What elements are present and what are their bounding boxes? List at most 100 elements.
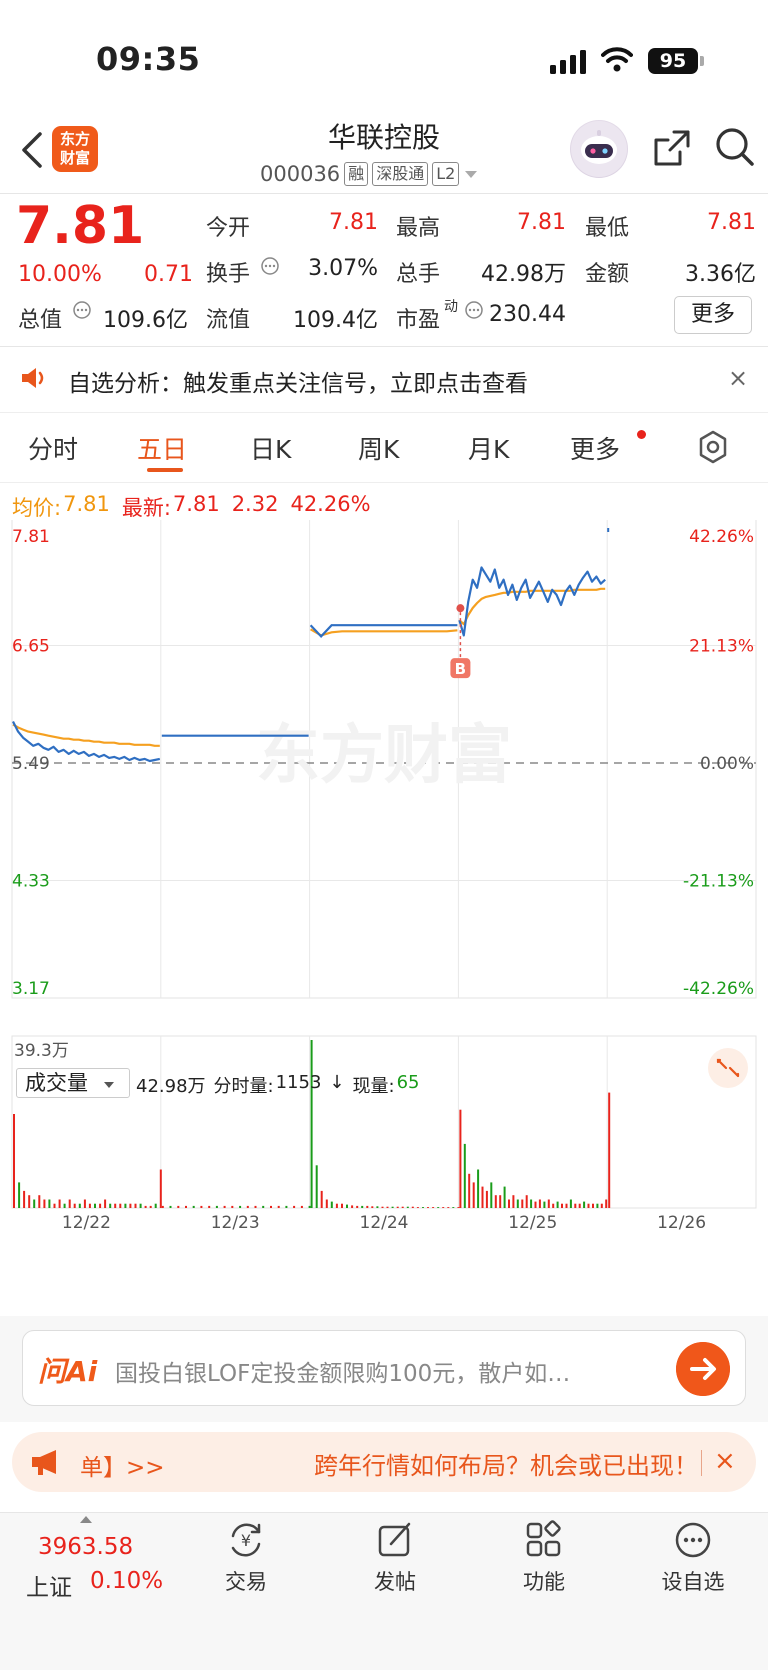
high-label: 最高 <box>396 216 441 241</box>
volume-bar <box>534 1201 537 1208</box>
index-change-pct[interactable]: 0.10% <box>90 1568 163 1594</box>
wifi-icon <box>601 47 633 72</box>
x-axis-date-label: 12/25 <box>508 1213 557 1233</box>
nav-post[interactable]: 发帖 <box>345 1520 445 1596</box>
float-cap-value: 109.4亿 <box>293 308 378 333</box>
volume-bar <box>468 1173 471 1208</box>
index-up-caret-icon <box>80 1516 92 1523</box>
volume-bar <box>293 1205 296 1208</box>
current-price: 7.81 <box>16 196 145 256</box>
current-volume-value: 65 <box>396 1072 420 1093</box>
robot-assistant-avatar[interactable] <box>570 120 628 178</box>
nav-add-watchlist[interactable]: 设自选 <box>643 1520 743 1596</box>
tag-level2: L2 <box>432 162 460 186</box>
tab-daily-k[interactable]: 日K <box>250 430 291 466</box>
float-cap-label: 流值 <box>206 308 251 333</box>
volume-bar <box>376 1206 379 1208</box>
volume-bar <box>53 1203 56 1208</box>
search-icon[interactable] <box>714 126 756 168</box>
volume-select-label: 成交量 <box>25 1071 88 1095</box>
y-axis-left-label: 4.33 <box>12 872 50 892</box>
grid-functions-icon <box>526 1520 561 1557</box>
active-tab-underline <box>147 468 183 472</box>
volume-bar <box>330 1201 333 1208</box>
volume-bar <box>23 1190 26 1208</box>
low-value: 7.81 <box>707 210 756 235</box>
banner-divider <box>0 412 768 413</box>
volume-bar <box>315 1165 318 1208</box>
volume-bar <box>547 1199 550 1208</box>
volume-bar <box>341 1203 343 1208</box>
volume-bar <box>351 1205 354 1208</box>
tab-monthly-k[interactable]: 月K <box>468 430 509 466</box>
volume-bar <box>215 1205 218 1208</box>
turnover-info-icon[interactable] <box>260 256 280 276</box>
volume-bar <box>254 1205 257 1208</box>
market-cap-info-icon[interactable] <box>72 300 92 320</box>
volume-bar <box>361 1205 364 1208</box>
volume-bar <box>416 1207 419 1208</box>
notification-dot <box>637 430 646 439</box>
current-volume-label: 现量: <box>352 1076 395 1097</box>
volume-bar <box>200 1205 203 1208</box>
volume-bar <box>452 1207 455 1208</box>
stock-code-row[interactable]: 000036 融 深股通 L2 <box>260 160 479 188</box>
avg-value: 7.81 <box>63 492 110 516</box>
share-icon[interactable] <box>652 128 692 168</box>
volume-bar <box>119 1203 122 1208</box>
signal-banner-text[interactable]: 自选分析：触发重点关注信号，立即点击查看 <box>68 364 528 398</box>
nav-functions-label: 功能 <box>523 1570 565 1594</box>
tab-more[interactable]: 更多 <box>570 430 620 466</box>
volume-bar <box>192 1205 195 1208</box>
high-value: 7.81 <box>517 210 566 235</box>
volume-bar <box>521 1199 524 1208</box>
y-axis-right-label: -21.13% <box>683 872 754 892</box>
volume-indicator-select[interactable]: 成交量 <box>16 1068 130 1098</box>
pe-sup-label: 动 <box>444 299 458 315</box>
chart-settings-icon[interactable] <box>696 430 730 464</box>
volume-bar <box>83 1199 86 1208</box>
volume-bar <box>543 1201 546 1208</box>
index-value[interactable]: 3963.58 <box>38 1534 133 1560</box>
trade-icon: ¥ <box>231 1523 261 1557</box>
volume-bar <box>325 1199 328 1208</box>
promo-headline[interactable]: 跨年行情如何布局？机会或已出现！ <box>314 1446 698 1481</box>
volume-bar <box>73 1203 76 1208</box>
volume-bar <box>139 1203 142 1208</box>
volume-bar <box>63 1203 66 1208</box>
nav-trade[interactable]: ¥ 交易 <box>196 1520 296 1596</box>
volume-bar <box>447 1207 450 1208</box>
promo-close-button[interactable]: × <box>714 1446 736 1476</box>
volume-bar <box>231 1205 234 1208</box>
tab-intraday[interactable]: 分时 <box>28 430 78 466</box>
minute-volume-value: 1153 <box>275 1072 322 1093</box>
tab-weekly-k[interactable]: 周K <box>358 430 399 466</box>
pe-info-icon[interactable] <box>464 300 484 320</box>
volume-bar <box>427 1207 429 1208</box>
volume-bar <box>169 1205 172 1208</box>
tab-divider <box>0 482 768 483</box>
tab-five-day[interactable]: 五日 <box>137 430 187 466</box>
volume-bar <box>33 1199 36 1208</box>
five-day-chart[interactable]: 东方财富 7.81 42.26% 6.65 21.13% 5.49 0.00% 4.33 -21… <box>0 520 768 1310</box>
volume-value: 42.98万 <box>481 262 566 287</box>
banner-close-button[interactable]: × <box>728 364 748 392</box>
volume-label: 总手 <box>396 262 441 287</box>
promo-left-text[interactable]: 单】>> <box>80 1448 165 1482</box>
nav-functions[interactable]: 功能 <box>494 1520 594 1596</box>
y-axis-left-label: 5.49 <box>12 754 50 774</box>
y-axis-right-label: 42.26% <box>689 527 754 547</box>
volume-bar <box>512 1195 515 1208</box>
volume-bar <box>144 1205 147 1208</box>
ai-go-button[interactable] <box>676 1342 730 1396</box>
open-label: 今开 <box>206 216 251 241</box>
more-quote-button[interactable]: 更多 <box>674 296 752 334</box>
y-axis-left-label: 3.17 <box>12 979 50 999</box>
megaphone-icon <box>32 1450 56 1475</box>
volume-bar <box>43 1199 46 1208</box>
volume-bar <box>472 1182 475 1208</box>
ai-prompt-text[interactable]: 国投白银LOF定投金额限购100元，散户如… <box>115 1354 635 1388</box>
index-name[interactable]: 上证 <box>26 1568 72 1602</box>
volume-bar <box>459 1109 462 1208</box>
volume-bar <box>386 1206 389 1208</box>
